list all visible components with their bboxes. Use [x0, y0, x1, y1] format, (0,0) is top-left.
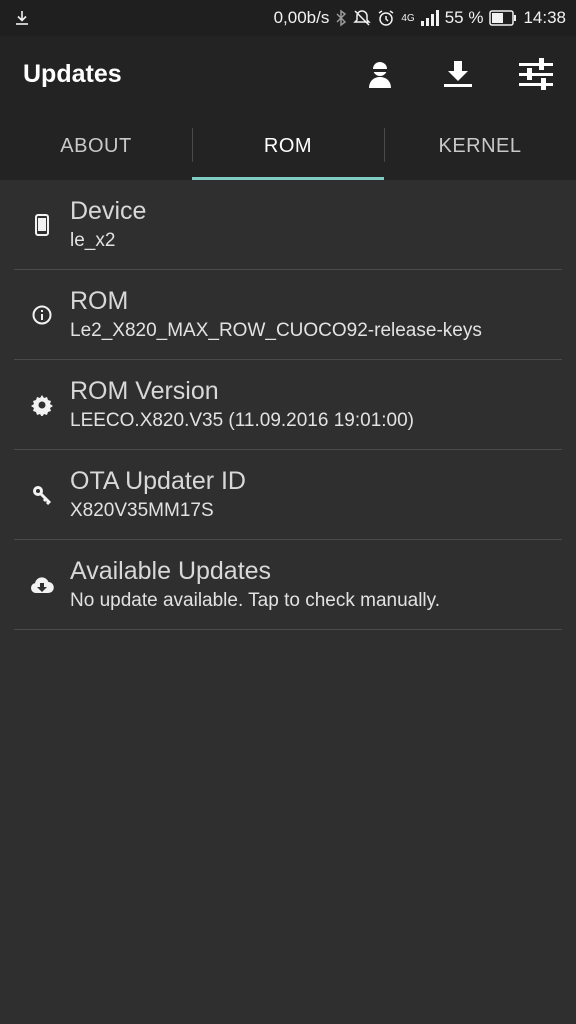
- list-item-rom-version[interactable]: ROM Version LEECO.X820.V35 (11.09.2016 1…: [14, 360, 562, 450]
- clock: 14:38: [523, 8, 566, 27]
- list-item-subtitle: LEECO.X820.V35 (11.09.2016 19:01:00): [70, 409, 415, 431]
- list-item-title: Available Updates: [70, 556, 272, 585]
- list-item-available-updates[interactable]: Available Updates No update available. T…: [14, 540, 562, 630]
- list-item-device[interactable]: Device le_x2: [14, 180, 562, 270]
- battery-icon: [489, 10, 517, 26]
- list-item-title: OTA Updater ID: [70, 466, 246, 495]
- cloud-download-icon: [30, 573, 54, 597]
- tab-kernel[interactable]: KERNEL: [384, 112, 576, 180]
- battery-percent: 55 %: [444, 8, 484, 27]
- network-type: 4G: [401, 12, 415, 24]
- tab-divider: [192, 128, 193, 162]
- app-bar: Updates: [0, 36, 576, 112]
- info-icon: [30, 303, 54, 327]
- net-speed: 0,00b/s: [273, 8, 330, 27]
- status-bar: 0,00b/s 4G 55 % 14:38: [0, 0, 576, 36]
- account-icon[interactable]: [360, 54, 400, 94]
- bluetooth-icon: [335, 9, 347, 27]
- app-title: Updates: [23, 59, 122, 88]
- gear-icon: [30, 393, 54, 417]
- phone-icon: [30, 213, 54, 237]
- list-item-subtitle: le_x2: [70, 229, 116, 251]
- list-item-title: ROM Version: [70, 376, 219, 405]
- tab-divider: [384, 128, 385, 162]
- mute-icon: [353, 9, 372, 27]
- list-item-subtitle: No update available. Tap to check manual…: [70, 589, 441, 611]
- tab-bar: ABOUT ROM KERNEL: [0, 112, 576, 180]
- download-notification-icon: [14, 10, 30, 26]
- signal-icon: [420, 10, 439, 26]
- download-icon[interactable]: [438, 54, 478, 94]
- list-item-rom[interactable]: ROM Le2_X820_MAX_ROW_CUOCO92-release-key…: [14, 270, 562, 360]
- list-item-subtitle: Le2_X820_MAX_ROW_CUOCO92-release-keys: [70, 319, 482, 341]
- tab-about[interactable]: ABOUT: [0, 112, 192, 180]
- key-icon: [30, 483, 54, 507]
- tab-rom[interactable]: ROM: [192, 112, 384, 180]
- settings-sliders-icon[interactable]: [516, 54, 556, 94]
- info-list: Device le_x2 ROM Le2_X820_MAX_ROW_CUOCO9…: [14, 180, 562, 630]
- list-item-title: Device: [70, 196, 147, 225]
- list-item-title: ROM: [70, 286, 129, 315]
- list-item-subtitle: X820V35MM17S: [70, 499, 214, 521]
- alarm-icon: [377, 9, 395, 27]
- list-item-ota-updater-id[interactable]: OTA Updater ID X820V35MM17S: [14, 450, 562, 540]
